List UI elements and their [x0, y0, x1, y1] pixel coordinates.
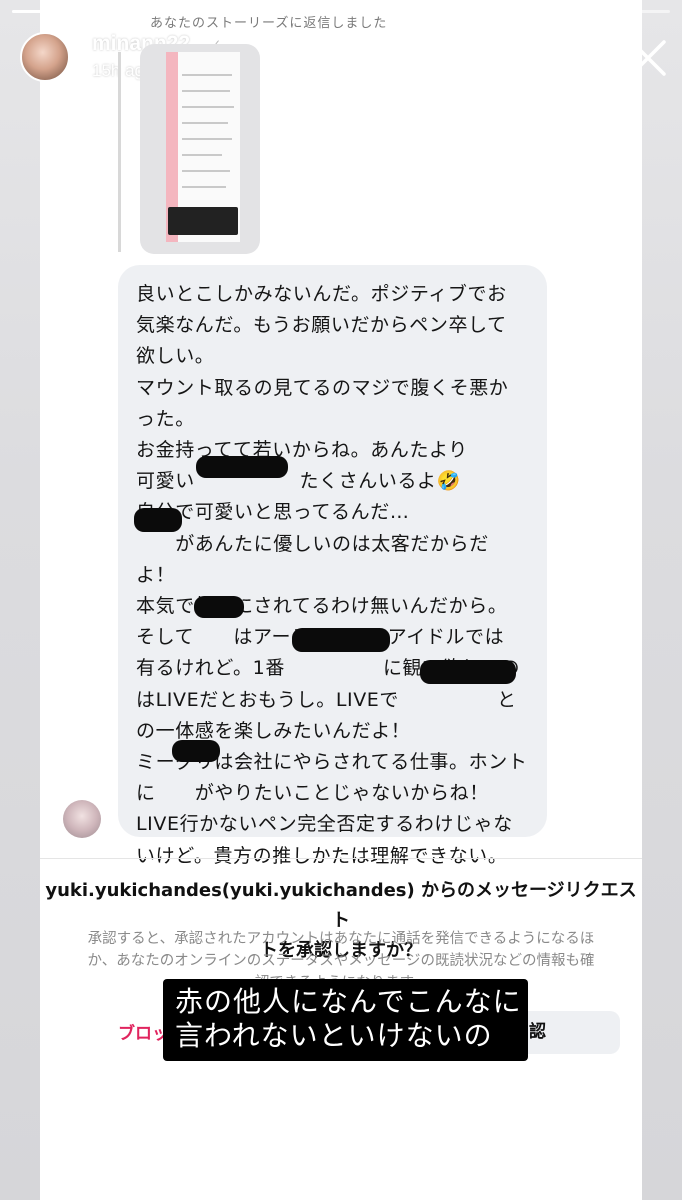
request-desc-line: 承認すると、承認されたアカウントはあなたに通話を発信できるようになるほ: [87, 931, 595, 947]
reply-indicator-line: [118, 52, 121, 252]
thumbnail-text-line: [182, 186, 226, 188]
redaction-mark: [172, 740, 220, 762]
message-line: お金持ってて若いからね。あんたより: [136, 439, 468, 462]
redaction-mark: [196, 456, 288, 478]
redaction-mark: [420, 660, 516, 684]
thumbnail-text-line: [182, 74, 232, 76]
message-line: 欲しい。: [136, 345, 215, 368]
message-line: に がやりたいことじゃないからね！: [136, 782, 489, 805]
thumbnail-text-line: [182, 122, 228, 124]
block-button[interactable]: ブロッ: [118, 1019, 169, 1044]
message-line: 自分で可愛いと思ってるんだ…: [136, 501, 410, 524]
request-title-line: yuki.yukichandes(yuki.yukichandes) からのメッ…: [45, 880, 637, 931]
reply-caption: あなたのストーリーズに返信しました: [150, 16, 388, 31]
message-line: があんたに優しいのは太客だからだ: [136, 532, 489, 555]
section-divider: [40, 858, 642, 859]
message-line: いけど。貴方の推しかたは理解できない。: [136, 844, 508, 867]
thumbnail-caption-box: [168, 207, 238, 235]
replied-story-thumbnail[interactable]: [140, 44, 260, 254]
request-desc-line: か、あなたのオンラインのステータスやメッセージの既読状況などの情報も確: [87, 953, 595, 969]
story-text-caption: 赤の他人になんでこんなに 言われないといけないの: [163, 979, 528, 1061]
thumbnail-text-line: [182, 138, 232, 140]
caption-line: 言われないといけないの: [175, 1019, 493, 1052]
thumbnail-text-line: [182, 90, 230, 92]
close-icon-svg: [630, 40, 666, 76]
follow-button[interactable]: Follow: [422, 31, 537, 82]
avatar[interactable]: [20, 32, 70, 82]
redaction-mark: [194, 596, 244, 618]
redaction-mark: [134, 508, 182, 532]
message-line: った。: [136, 407, 195, 430]
thumbnail-text-line: [182, 170, 230, 172]
message-line: よ！: [136, 563, 176, 586]
thumbnail-text-line: [182, 106, 234, 108]
sender-avatar[interactable]: [63, 800, 101, 838]
message-line: はLIVEだとおもうし。LIVEで と: [136, 688, 517, 711]
message-line: 良いとこしかみないんだ。ポジティブでお: [136, 283, 507, 305]
message-line: LIVE行かないペン完全否定するわけじゃな: [136, 813, 513, 836]
caption-line: 赤の他人になんでこんなに: [175, 985, 522, 1018]
redaction-mark: [292, 628, 390, 652]
thumbnail-content: [166, 52, 240, 242]
message-line: マウント取るの見てるのマジで腹くそ悪か: [136, 376, 509, 399]
thumbnail-text-line: [182, 154, 222, 156]
close-icon[interactable]: [628, 38, 668, 78]
message-line: 気楽なんだ。もうお願いだからペン卒して: [136, 314, 507, 337]
